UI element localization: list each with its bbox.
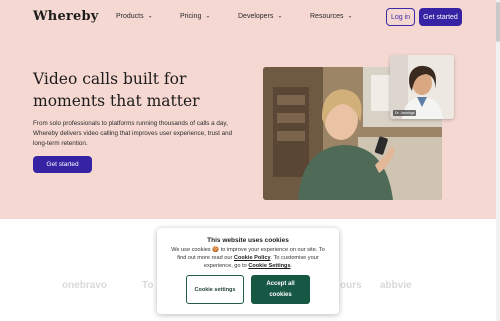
page-scrollbar[interactable] [496,0,500,321]
customer-logo: onebravo [62,280,108,291]
cookie-dialog-text: We use cookies 🍪 to improve your experie… [171,246,325,270]
nav-developers-label: Developers [238,13,274,20]
cookie-dialog-title: This website uses cookies [207,237,289,244]
nav-resources[interactable]: Resources ⌄ [310,13,353,20]
accept-all-cookies-label: Accept all cookies [266,280,295,298]
customer-logo: To [142,280,154,291]
hero-subtext: From solo professionals to platforms run… [33,120,233,147]
hero-headline: Video calls built for moments that matte… [33,70,200,110]
cookie-settings-button[interactable]: Cookie settings [186,275,244,304]
cookie-emoji-icon: 🍪 [212,247,220,253]
cookie-text-part: . [290,263,293,269]
nav-resources-label: Resources [310,13,344,20]
nav-pricing-label: Pricing [180,13,202,20]
nav-products-label: Products [116,13,144,20]
header-get-started-button[interactable]: Get started [419,8,462,26]
chevron-down-icon: ⌄ [205,13,211,20]
accept-all-cookies-button[interactable]: Accept all cookies [251,275,310,304]
whereby-logo[interactable]: Whereby [33,9,99,24]
chevron-down-icon: ⌄ [347,13,353,20]
customer-logo: ours [340,280,362,291]
scrollbar-thumb[interactable] [496,2,500,42]
chevron-down-icon: ⌄ [277,13,283,20]
participant-name-label: Dr. Jennings [393,110,417,116]
hero-get-started-button[interactable]: Get started [33,156,92,173]
nav-developers[interactable]: Developers ⌄ [238,13,282,20]
cookie-policy-link[interactable]: Cookie Policy [234,255,271,261]
cookie-consent-dialog: This website uses cookies We use cookies… [157,228,339,314]
chevron-down-icon: ⌄ [147,13,153,20]
cookie-text-part: We use cookies [171,247,211,253]
nav-pricing[interactable]: Pricing ⌄ [180,13,210,20]
nav-products[interactable]: Products ⌄ [116,13,153,20]
customer-logo: abbvie [380,280,412,291]
login-button[interactable]: Log in [386,8,415,26]
participant-tile: Dr. Jennings [390,55,454,119]
cookie-settings-link[interactable]: Cookie Settings [248,263,290,269]
